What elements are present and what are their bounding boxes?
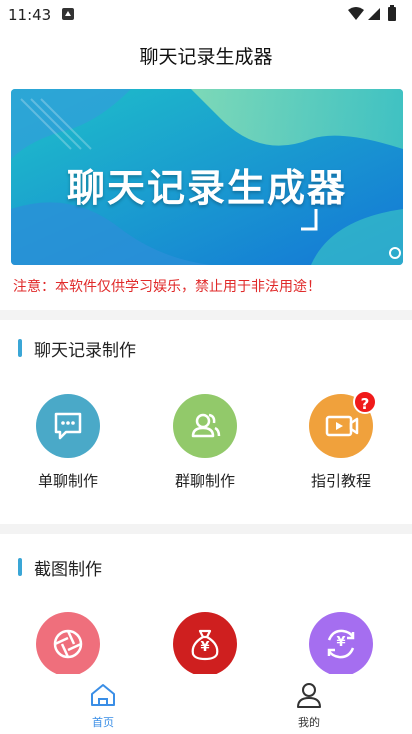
aperture-icon-circle: [36, 612, 100, 676]
warning-notice: 注意：本软件仅供学习娱乐，禁止用于非法用途！: [13, 279, 321, 295]
section-accent-bar: [18, 558, 22, 576]
tab-mine-label: 我的: [298, 716, 320, 729]
single-chat-label: 单聊制作: [37, 472, 98, 490]
money-bag-tool[interactable]: ¥: [145, 612, 265, 676]
app-bar: 聊天记录生成器: [0, 30, 412, 78]
group-chat-icon-circle: [173, 394, 237, 458]
section-title: 截图制作: [34, 560, 102, 580]
group-icon: [191, 413, 221, 438]
wifi-signal-battery-icon: [348, 5, 396, 21]
sim-icon: [62, 8, 74, 20]
tab-home[interactable]: 首页: [53, 682, 153, 730]
section-divider: [0, 310, 412, 320]
guide-icon-circle: ?: [309, 390, 377, 458]
guide-tutorial-label: 指引教程: [310, 472, 371, 490]
status-icons: [346, 5, 402, 23]
bottom-tab-bar: 首页 我的: [0, 674, 412, 734]
banner-title: 聊天记录生成器: [66, 166, 347, 210]
tab-home-label: 首页: [92, 716, 114, 729]
section-accent-bar: [18, 339, 22, 357]
exchange-icon-circle: ¥: [309, 612, 373, 676]
chat-bubble-icon: [54, 412, 82, 440]
single-chat-icon-circle: [36, 394, 100, 458]
banner[interactable]: 聊天记录生成器: [11, 89, 403, 265]
page-title: 聊天记录生成器: [139, 46, 273, 68]
money-bag-yuan-symbol: ¥: [200, 640, 210, 655]
single-chat-tool[interactable]: 单聊制作: [8, 394, 128, 491]
aperture-icon: [53, 629, 83, 659]
user-icon: [297, 683, 321, 708]
status-time: 11:43: [8, 6, 52, 24]
tab-mine[interactable]: 我的: [259, 682, 359, 730]
exchange-yuan-symbol: ¥: [336, 635, 346, 650]
group-chat-label: 群聊制作: [174, 472, 235, 490]
exchange-tool[interactable]: ¥: [281, 612, 401, 676]
notification-badge: ?: [353, 390, 377, 414]
aperture-tool[interactable]: [8, 612, 128, 676]
money-bag-icon-circle: ¥: [173, 612, 237, 676]
section-title: 聊天记录制作: [34, 341, 136, 361]
status-bar: 11:43: [0, 0, 412, 30]
home-icon: [91, 684, 115, 706]
guide-tutorial-tool[interactable]: ? 指引教程: [281, 390, 401, 491]
section-divider: [0, 524, 412, 534]
group-chat-tool[interactable]: 群聊制作: [145, 394, 265, 491]
